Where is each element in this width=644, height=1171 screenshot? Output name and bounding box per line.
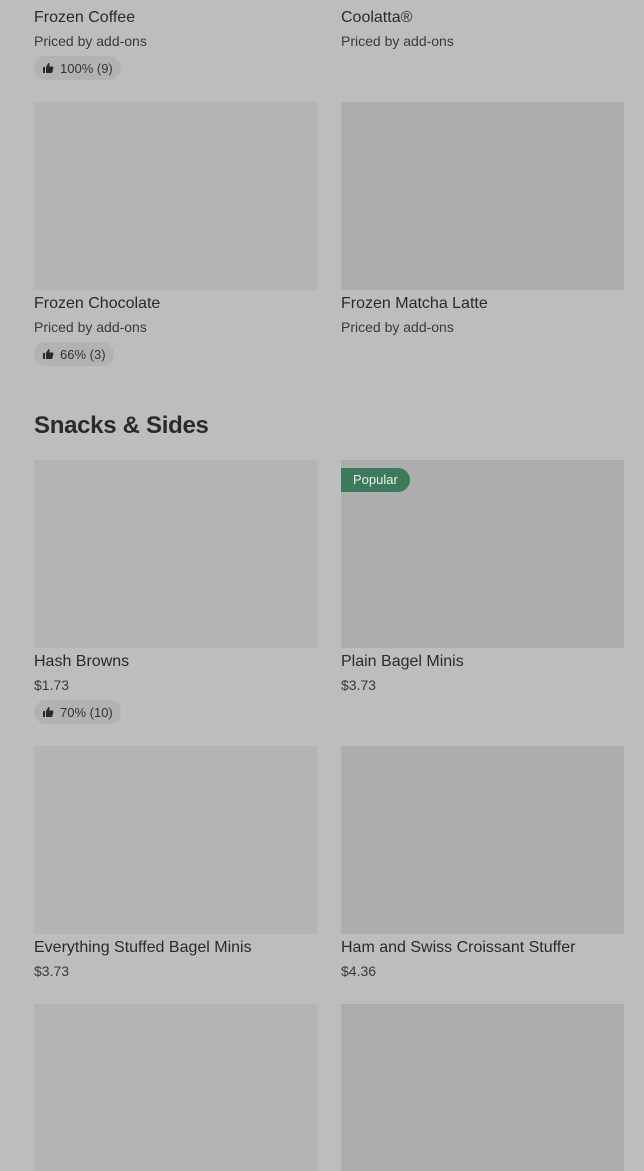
rating-text: 100% (9) (60, 60, 113, 76)
item-name: Coolatta® (341, 9, 413, 26)
item-name: Ham and Swiss Croissant Stuffer (341, 939, 576, 956)
item-price: $4.36 (341, 963, 377, 979)
item-price: $3.73 (341, 677, 377, 693)
rating-badge: 100% (9) (34, 56, 121, 80)
item-price: Priced by add-ons (34, 33, 147, 49)
rating-badge: 66% (3) (34, 342, 114, 366)
menu-item-card[interactable]: Frozen Matcha Latte Priced by add-ons (341, 102, 624, 336)
menu-item-card[interactable]: Coolatta® Priced by add-ons (341, 0, 624, 50)
item-name: Frozen Matcha Latte (341, 295, 488, 312)
item-image[interactable] (34, 1004, 317, 1171)
item-name: Plain Bagel Minis (341, 653, 464, 670)
menu-item-card[interactable] (34, 1004, 317, 1171)
item-name: Frozen Chocolate (34, 295, 161, 312)
menu-item-card[interactable]: Ham and Swiss Croissant Stuffer $4.36 (341, 746, 624, 980)
menu-item-card[interactable]: Frozen Coffee Priced by add-ons 100% (9) (34, 0, 317, 80)
menu-page: Frozen Coffee Priced by add-ons 100% (9)… (0, 0, 644, 1171)
item-name: Frozen Coffee (34, 9, 136, 26)
popular-badge: Popular (341, 468, 410, 492)
item-name: Everything Stuffed Bagel Minis (34, 939, 252, 956)
item-image[interactable] (341, 746, 624, 934)
menu-item-card[interactable]: Hash Browns $1.73 70% (10) (34, 460, 317, 724)
thumbs-up-icon (43, 707, 54, 717)
menu-item-card[interactable]: Popular Plain Bagel Minis $3.73 (341, 460, 624, 694)
thumbs-up-icon (43, 349, 54, 359)
item-price: Priced by add-ons (341, 33, 454, 49)
item-price: Priced by add-ons (341, 319, 454, 335)
item-image[interactable] (341, 102, 624, 290)
item-name: Hash Browns (34, 653, 130, 670)
thumbs-up-icon (43, 63, 54, 73)
item-image[interactable] (34, 102, 317, 290)
item-price: $1.73 (34, 677, 70, 693)
menu-item-card[interactable]: Frozen Chocolate Priced by add-ons 66% (… (34, 102, 317, 366)
item-price: Priced by add-ons (34, 319, 147, 335)
rating-badge: 70% (10) (34, 700, 121, 724)
item-image[interactable]: Popular (341, 460, 624, 648)
item-image[interactable] (34, 460, 317, 648)
item-image[interactable] (34, 746, 317, 934)
menu-item-card[interactable]: Everything Stuffed Bagel Minis $3.73 (34, 746, 317, 980)
item-image[interactable] (341, 1004, 624, 1171)
item-price: $3.73 (34, 963, 70, 979)
section-title: Snacks & Sides (34, 412, 209, 439)
menu-item-card[interactable] (341, 1004, 624, 1171)
rating-text: 70% (10) (60, 704, 113, 720)
rating-text: 66% (3) (60, 346, 106, 362)
